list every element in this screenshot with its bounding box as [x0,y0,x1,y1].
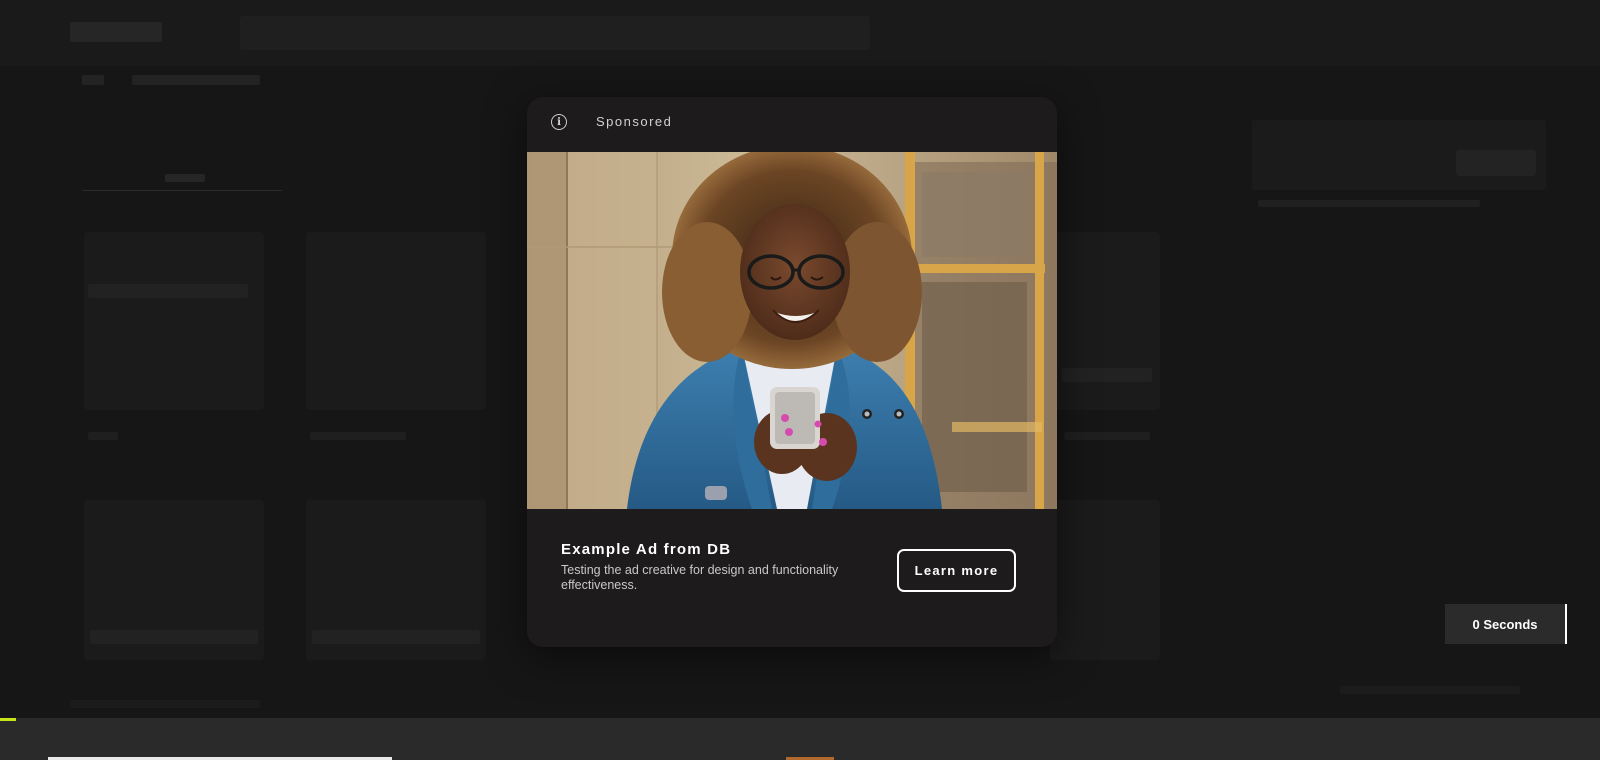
content-card [1050,500,1160,660]
ad-title[interactable]: Example Ad from DB [561,541,731,558]
card-caption [310,432,406,440]
ad-modal: i Sponsored Example Ad from DB Testing t… [527,97,1057,647]
ad-description: Testing the ad creative for design and f… [561,563,839,592]
card-heading [90,630,258,644]
breadcrumb-home [82,75,104,85]
card-heading [1062,368,1152,382]
footer-text [70,700,260,708]
ad-image[interactable] [527,152,1057,509]
side-panel-note [1258,200,1480,207]
ad-header: i Sponsored [527,97,1057,152]
tab-underline [82,190,282,191]
site-header [0,0,1600,66]
learn-more-button[interactable]: Learn more [897,549,1016,592]
sponsored-label: Sponsored [596,114,673,129]
player-bar [0,718,1600,760]
breadcrumb [132,75,260,85]
card-caption [88,432,118,440]
footer-text [1340,686,1520,694]
ad-body: Example Ad from DB Testing the ad creati… [527,509,1057,647]
card-heading [88,284,248,298]
content-card [306,232,486,410]
tab-label [165,174,205,182]
content-card [1050,232,1160,410]
countdown-timer: 0 Seconds [1445,604,1567,644]
content-card [84,232,264,410]
search-bar [240,16,870,50]
card-caption [1064,432,1150,440]
info-icon[interactable]: i [551,114,567,130]
site-logo [70,22,162,42]
side-panel-button [1456,150,1536,176]
player-progress[interactable] [0,718,16,721]
card-heading [312,630,480,644]
